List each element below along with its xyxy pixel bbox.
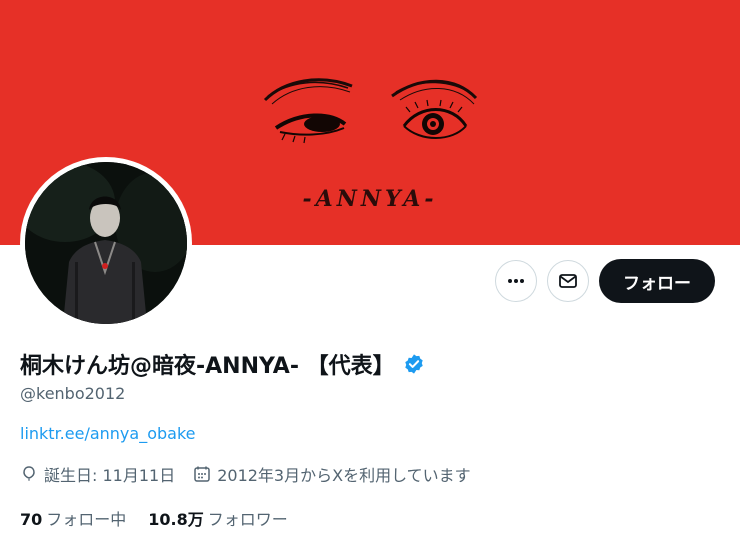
followers-label: フォロワー [207,510,288,529]
follow-button[interactable]: フォロー [599,259,715,303]
profile-link[interactable]: linktr.ee/annya_obake [20,424,196,443]
following-label: フォロー中 [46,510,127,529]
more-button[interactable] [495,260,537,302]
following-link[interactable]: 70 フォロー中 [20,506,126,530]
follow-stats: 70 フォロー中 10.8万 フォロワー [20,506,310,530]
more-icon [508,279,524,283]
display-name: 桐木けん坊@暗夜-ANNYA- 【代表】 [20,354,395,379]
avatar-photo [25,162,187,324]
user-handle: @kenbo2012 [20,384,126,403]
followers-link[interactable]: 10.8万 フォロワー [148,506,288,530]
avatar[interactable] [20,157,192,329]
profile-name-row: 桐木けん坊@暗夜-ANNYA- 【代表】 [20,348,425,380]
profile-meta: 誕生日: 11月11日 2012年3月からXを利用しています [20,462,489,486]
message-button[interactable] [547,260,589,302]
following-count: 70 [20,510,43,529]
birthday-text: 誕生日: 11月11日 [44,466,176,485]
followers-count: 10.8万 [148,510,204,529]
person-photo [25,162,187,324]
calendar-icon [194,466,210,482]
birthday-item: 誕生日: 11月11日 [20,462,175,486]
verified-badge-icon[interactable] [403,353,425,375]
balloon-icon [23,466,35,481]
mail-icon [559,274,577,288]
joined-text: 2012年3月からXを利用しています [217,466,471,485]
profile-actions: フォロー [495,259,715,303]
joined-item: 2012年3月からXを利用しています [193,462,471,486]
